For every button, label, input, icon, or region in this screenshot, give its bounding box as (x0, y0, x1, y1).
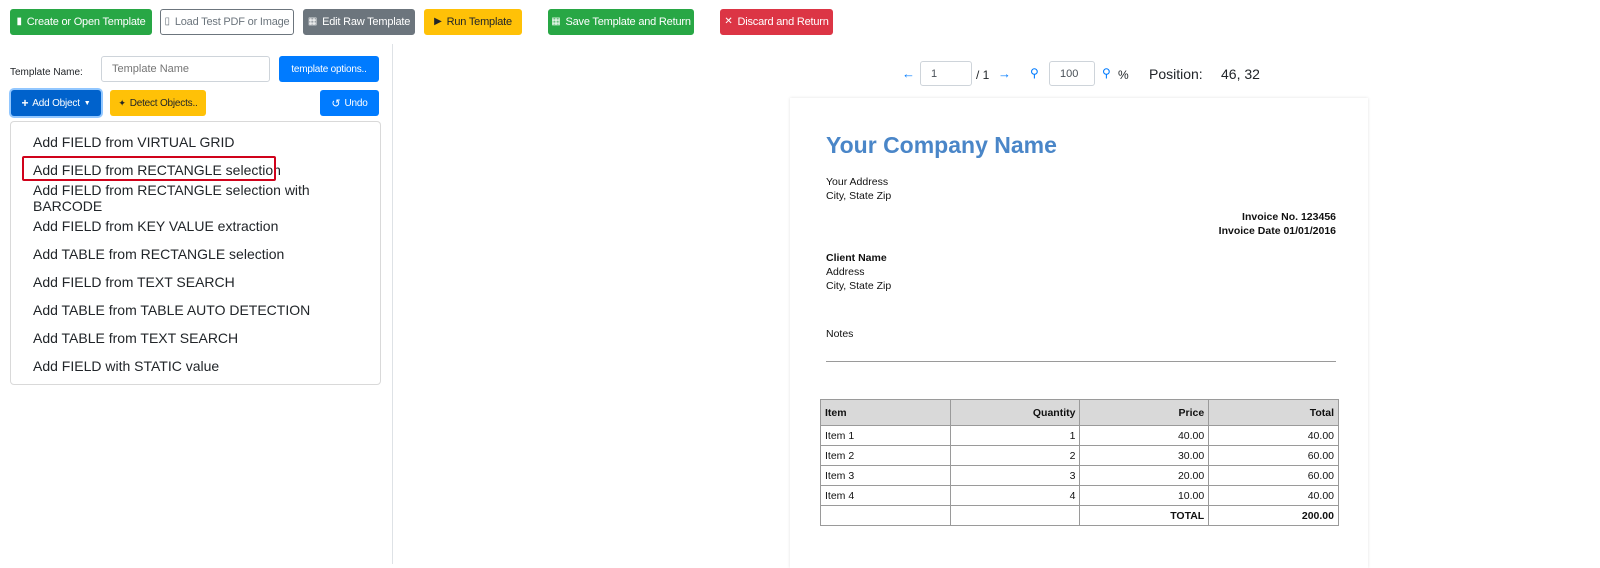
detect-objects-button[interactable]: ✦ Detect Objects.. (110, 90, 206, 116)
invoice-info: Invoice No. 123456 Invoice Date 01/01/20… (1090, 210, 1336, 238)
table-cell: 10.00 (1079, 485, 1210, 506)
template-options-label: template options.. (291, 63, 367, 75)
table-cell: 1 (949, 425, 1081, 446)
close-icon: ✕ (724, 16, 733, 27)
table-cell: 60.00 (1208, 465, 1339, 486)
file-icon: ▮ (16, 16, 22, 27)
save-template-return-button[interactable]: ▦ Save Template and Return (548, 9, 694, 35)
save-icon: ▦ (551, 16, 561, 27)
template-name-input[interactable] (101, 56, 270, 82)
table-cell: Item 1 (820, 425, 951, 446)
table-cell: Item 3 (820, 465, 951, 486)
viewer-navigation: ← 1 / 1 → ⚲ 100 ⚲ % Position: 46, 32 (394, 61, 1600, 87)
table-cell (820, 505, 951, 526)
table-cell (949, 505, 1081, 526)
page-total: / 1 (976, 68, 990, 82)
pdf-page[interactable]: Your Company Name Your Address City, Sta… (790, 98, 1368, 568)
template-name-label: Template Name: (10, 67, 83, 78)
highlight-box (22, 156, 276, 181)
load-test-pdf-label: Load Test PDF or Image (174, 16, 290, 28)
table-cell: 20.00 (1079, 465, 1210, 486)
add-object-button[interactable]: + Add Object ▼ (11, 90, 101, 116)
zoom-out-icon[interactable]: ⚲ (1030, 66, 1039, 80)
file-icon: ▯ (164, 16, 171, 27)
zoom-unit: % (1118, 68, 1129, 82)
notes-label: Notes (826, 328, 854, 340)
client-name: Client Name (826, 252, 887, 264)
table-total-row: TOTAL 200.00 (820, 505, 1339, 526)
table-header: Total (1208, 399, 1339, 426)
invoice-date: Invoice Date 01/01/2016 (1218, 225, 1336, 237)
client-info: Client Name Address City, State Zip (826, 251, 891, 293)
template-options-button[interactable]: template options.. (279, 56, 379, 82)
edit-raw-template-label: Edit Raw Template (322, 16, 411, 28)
zoom-in-icon[interactable]: ⚲ (1102, 66, 1111, 80)
table-cell: 4 (949, 485, 1081, 506)
menu-item-field-text-search[interactable]: Add FIELD from TEXT SEARCH (11, 268, 380, 296)
arrow-left-icon[interactable]: ← (902, 66, 915, 81)
save-template-return-label: Save Template and Return (565, 16, 691, 28)
invoice-table: Item Quantity Price Total Item 1 1 40.00… (820, 399, 1339, 526)
table-cell: Item 4 (820, 485, 951, 506)
add-object-label: Add Object (32, 97, 80, 109)
client-city: City, State Zip (826, 280, 892, 292)
table-cell: 40.00 (1208, 425, 1339, 446)
left-panel: Template Name: template options.. + Add … (0, 44, 393, 564)
position-label: Position: (1149, 66, 1203, 82)
table-row: Item 1 1 40.00 40.00 (820, 425, 1339, 446)
table-row: Item 2 2 30.00 60.00 (820, 445, 1339, 466)
top-toolbar: ▮ Create or Open Template ▯ Load Test PD… (0, 0, 1600, 44)
table-cell: Item 2 (820, 445, 951, 466)
add-object-dropdown-menu: Add FIELD from VIRTUAL GRID Add FIELD fr… (10, 121, 381, 385)
zoom-input[interactable]: 100 (1049, 61, 1095, 86)
arrow-right-icon[interactable]: → (998, 66, 1011, 81)
undo-icon: ↺ (331, 97, 341, 110)
table-header: Item (820, 399, 951, 426)
caret-down-icon: ▼ (83, 99, 91, 107)
undo-label: Undo (344, 97, 368, 109)
position-value: 46, 32 (1221, 66, 1260, 82)
invoice-number: Invoice No. 123456 (1242, 211, 1336, 223)
play-icon: ▶ (434, 16, 442, 27)
save-icon: ▦ (307, 16, 318, 27)
menu-item-field-virtual-grid[interactable]: Add FIELD from VIRTUAL GRID (11, 128, 380, 156)
table-header: Price (1079, 399, 1210, 426)
table-header: Quantity (949, 399, 1081, 426)
detect-objects-label: Detect Objects.. (129, 97, 198, 109)
table-cell: 40.00 (1079, 425, 1210, 446)
create-open-template-button[interactable]: ▮ Create or Open Template (10, 9, 152, 35)
table-header-row: Item Quantity Price Total (820, 399, 1339, 426)
discard-return-button[interactable]: ✕ Discard and Return (720, 9, 833, 35)
menu-item-field-key-value[interactable]: Add FIELD from KEY VALUE extraction (11, 212, 380, 240)
discard-return-label: Discard and Return (737, 16, 829, 28)
menu-item-field-static-value[interactable]: Add FIELD with STATIC value (11, 352, 380, 380)
total-label: TOTAL (1079, 505, 1210, 526)
table-cell: 3 (949, 465, 1081, 486)
load-test-pdf-button[interactable]: ▯ Load Test PDF or Image (160, 9, 294, 35)
divider (826, 361, 1336, 362)
table-cell: 40.00 (1208, 485, 1339, 506)
create-open-template-label: Create or Open Template (26, 16, 146, 28)
company-name: Your Company Name (826, 132, 1057, 158)
table-row: Item 3 3 20.00 60.00 (820, 465, 1339, 486)
menu-item-table-rectangle-selection[interactable]: Add TABLE from RECTANGLE selection (11, 240, 380, 268)
undo-button[interactable]: ↺ Undo (320, 90, 379, 116)
menu-item-field-rectangle-barcode[interactable]: Add FIELD from RECTANGLE selection with … (11, 182, 380, 214)
menu-item-table-auto-detection[interactable]: Add TABLE from TABLE AUTO DETECTION (11, 296, 380, 324)
menu-item-table-text-search[interactable]: Add TABLE from TEXT SEARCH (11, 324, 380, 352)
run-template-button[interactable]: ▶ Run Template (424, 9, 522, 35)
document-viewer: ← 1 / 1 → ⚲ 100 ⚲ % Position: 46, 32 You… (394, 44, 1600, 568)
edit-raw-template-button[interactable]: ▦ Edit Raw Template (303, 9, 415, 35)
table-cell: 60.00 (1208, 445, 1339, 466)
total-value: 200.00 (1208, 505, 1339, 526)
table-cell: 2 (949, 445, 1081, 466)
table-row: Item 4 4 10.00 40.00 (820, 485, 1339, 506)
table-cell: 30.00 (1079, 445, 1210, 466)
plus-icon: + (21, 96, 29, 110)
client-address: Address (826, 266, 865, 278)
run-template-label: Run Template (446, 16, 512, 28)
company-address: Your Address City, State Zip (826, 176, 892, 202)
page-number-input[interactable]: 1 (920, 61, 972, 86)
magic-wand-icon: ✦ (118, 97, 126, 108)
